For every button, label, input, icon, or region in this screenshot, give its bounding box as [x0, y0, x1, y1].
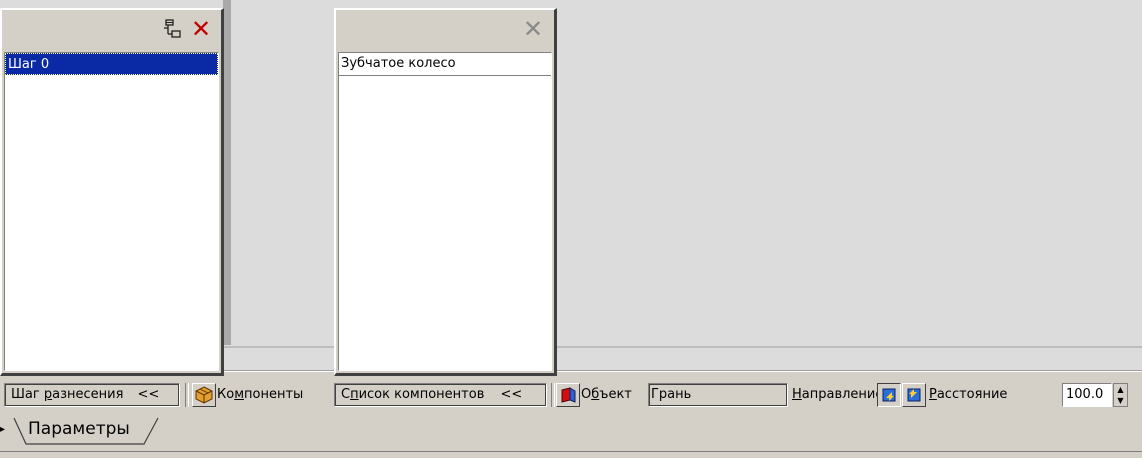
- distance-label: Расстояние: [929, 387, 1008, 402]
- field-label-accel: р: [43, 387, 53, 402]
- components-list-field[interactable]: Список компонентов <<: [334, 383, 547, 407]
- list-item[interactable]: Зубчатое колесо: [339, 53, 551, 76]
- field-label: Шаг: [11, 387, 44, 402]
- panel-divider[interactable]: [223, 0, 231, 345]
- field-label: С: [341, 387, 351, 402]
- explode-steps-panel: ✕ Шаг 0: [0, 8, 224, 376]
- properties-toolbar: Шаг разнесения << Компоненты Список комп…: [0, 381, 1142, 411]
- collapse-chevrons-icon[interactable]: <<: [138, 387, 160, 402]
- toolbar-separator: [551, 383, 555, 407]
- field-label-accel: п: [350, 387, 359, 402]
- distance-input[interactable]: 100.0: [1062, 383, 1112, 407]
- panel-header: ✕: [2, 10, 221, 50]
- tab-scroll-arrow-icon[interactable]: ▸: [0, 424, 5, 435]
- components-cube-icon[interactable]: [192, 383, 216, 407]
- tab-bar: ▸ Параметры: [0, 414, 1142, 458]
- tab-label: Параметры: [28, 419, 130, 439]
- field-label: азнесения: [52, 387, 124, 402]
- direction-reverse-icon: [907, 388, 921, 402]
- toolbar-separator: [185, 383, 189, 407]
- spin-up-icon[interactable]: ▲: [1114, 384, 1127, 395]
- tab-bar-line: [0, 451, 1142, 452]
- spin-down-icon[interactable]: ▼: [1114, 395, 1127, 406]
- close-gray-x-icon[interactable]: ✕: [520, 16, 546, 42]
- direction-forward-button[interactable]: [877, 383, 901, 407]
- panel-header: ✕: [336, 10, 554, 50]
- explode-step-field[interactable]: Шаг разнесения <<: [4, 383, 180, 407]
- components-list: Зубчатое колесо: [338, 52, 552, 371]
- collapse-chevrons-icon[interactable]: <<: [501, 387, 523, 402]
- field-label: исок компонентов: [358, 387, 485, 402]
- tree-structure-icon[interactable]: [158, 16, 184, 42]
- steps-list: Шаг 0: [4, 52, 219, 371]
- direction-label: Направление: [792, 387, 884, 402]
- direction-forward-icon: [882, 388, 896, 402]
- object-face-icon[interactable]: [556, 383, 580, 407]
- delete-red-x-icon[interactable]: ✕: [188, 16, 214, 42]
- components-label: Компоненты: [217, 387, 304, 402]
- tab-parameters[interactable]: Параметры: [12, 416, 162, 445]
- list-item[interactable]: Шаг 0: [5, 53, 218, 75]
- object-value-field[interactable]: Грань: [648, 383, 788, 407]
- object-label: Объект: [581, 387, 632, 402]
- distance-spinner[interactable]: ▲ ▼: [1113, 383, 1128, 407]
- direction-reverse-button[interactable]: [902, 383, 926, 407]
- components-list-panel: ✕ Зубчатое колесо: [334, 8, 557, 376]
